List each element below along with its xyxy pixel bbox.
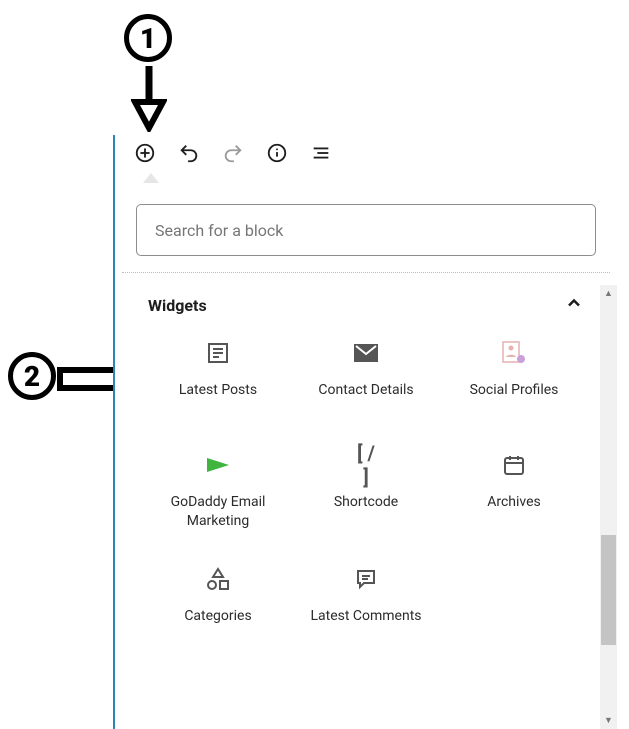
scroll-thumb[interactable] <box>601 535 616 645</box>
categories-icon <box>204 565 232 593</box>
add-block-button[interactable] <box>133 141 157 165</box>
arrow-down-icon <box>131 62 167 132</box>
popover-caret-icon <box>143 173 159 183</box>
block-shortcode[interactable]: [ / ] Shortcode <box>296 445 436 537</box>
section-title: Widgets <box>148 296 207 315</box>
section-toggle-widgets[interactable]: Widgets <box>148 291 584 333</box>
block-latest-comments[interactable]: Latest Comments <box>296 559 436 649</box>
info-button[interactable] <box>265 141 289 165</box>
block-grid: Latest Posts Contact Details Social Prof… <box>148 333 584 649</box>
scroll-up-icon[interactable]: ▲ <box>600 285 617 302</box>
redo-button[interactable] <box>221 141 245 165</box>
block-label: GoDaddy Email Marketing <box>150 493 286 531</box>
annotation-badge-1: 1 <box>124 14 172 62</box>
latest-posts-icon <box>204 339 232 367</box>
godaddy-icon <box>204 451 232 479</box>
editor-panel: Widgets Latest Posts Contact Details <box>113 135 617 729</box>
block-contact-details[interactable]: Contact Details <box>296 333 436 423</box>
block-label: Latest Posts <box>179 381 257 417</box>
latest-comments-icon <box>352 565 380 593</box>
block-label: Archives <box>487 493 541 529</box>
chevron-up-icon <box>564 293 584 317</box>
shortcode-icon: [ / ] <box>352 451 380 479</box>
block-inserter-popover: Widgets Latest Posts Contact Details <box>121 191 611 660</box>
block-godaddy-email-marketing[interactable]: GoDaddy Email Marketing <box>148 445 288 537</box>
block-label: Latest Comments <box>310 607 421 643</box>
outline-button[interactable] <box>309 141 333 165</box>
block-latest-posts[interactable]: Latest Posts <box>148 333 288 423</box>
block-label: Shortcode <box>334 493 398 529</box>
contact-details-icon <box>352 339 380 367</box>
block-categories[interactable]: Categories <box>148 559 288 649</box>
block-label: Contact Details <box>318 381 413 417</box>
scrollbar[interactable]: ▲ ▼ <box>600 285 617 729</box>
scroll-down-icon[interactable]: ▼ <box>600 712 617 729</box>
search-input[interactable] <box>136 204 596 256</box>
undo-button[interactable] <box>177 141 201 165</box>
block-social-profiles[interactable]: Social Profiles <box>444 333 584 423</box>
editor-toolbar <box>115 135 617 179</box>
social-profiles-icon <box>500 339 528 367</box>
block-label: Social Profiles <box>470 381 559 417</box>
block-label: Categories <box>184 607 251 643</box>
block-archives[interactable]: Archives <box>444 445 584 537</box>
archives-icon <box>500 451 528 479</box>
annotation-badge-2: 2 <box>8 352 56 400</box>
